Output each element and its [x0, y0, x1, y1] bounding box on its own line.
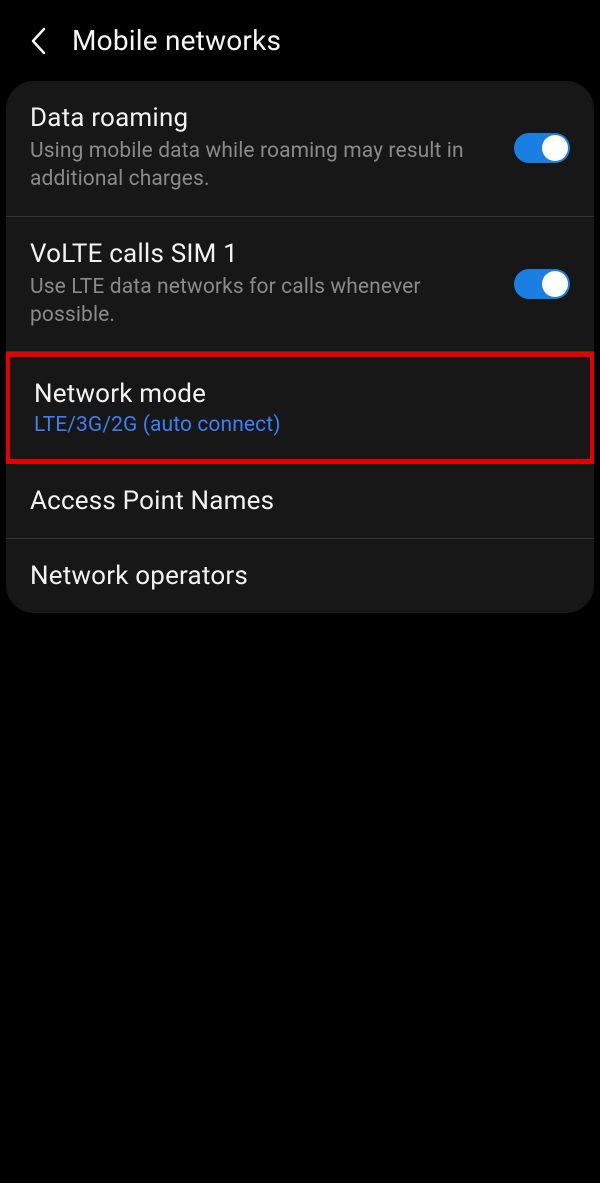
- apn-text: Access Point Names: [30, 486, 570, 516]
- volte-toggle[interactable]: [514, 269, 570, 299]
- data-roaming-toggle[interactable]: [514, 133, 570, 163]
- volte-subtitle: Use LTE data networks for calls whenever…: [30, 273, 494, 330]
- network-mode-value: LTE/3G/2G (auto connect): [34, 413, 546, 437]
- toggle-thumb: [542, 135, 568, 161]
- header: Mobile networks: [0, 0, 600, 81]
- data-roaming-title: Data roaming: [30, 103, 494, 133]
- volte-row[interactable]: VoLTE calls SIM 1 Use LTE data networks …: [6, 217, 594, 353]
- toggle-thumb: [542, 271, 568, 297]
- operators-text: Network operators: [30, 561, 570, 591]
- volte-title: VoLTE calls SIM 1: [30, 239, 494, 269]
- network-mode-row[interactable]: Network mode LTE/3G/2G (auto connect): [6, 352, 594, 464]
- back-icon[interactable]: [28, 31, 48, 51]
- operators-row[interactable]: Network operators: [6, 539, 594, 613]
- apn-title: Access Point Names: [30, 486, 550, 516]
- data-roaming-row[interactable]: Data roaming Using mobile data while roa…: [6, 81, 594, 217]
- network-mode-text: Network mode LTE/3G/2G (auto connect): [34, 379, 566, 437]
- settings-panel: Data roaming Using mobile data while roa…: [6, 81, 594, 613]
- operators-title: Network operators: [30, 561, 550, 591]
- page-title: Mobile networks: [72, 24, 281, 57]
- volte-text: VoLTE calls SIM 1 Use LTE data networks …: [30, 239, 514, 330]
- apn-row[interactable]: Access Point Names: [6, 464, 594, 539]
- data-roaming-text: Data roaming Using mobile data while roa…: [30, 103, 514, 194]
- data-roaming-subtitle: Using mobile data while roaming may resu…: [30, 137, 494, 194]
- network-mode-title: Network mode: [34, 379, 546, 409]
